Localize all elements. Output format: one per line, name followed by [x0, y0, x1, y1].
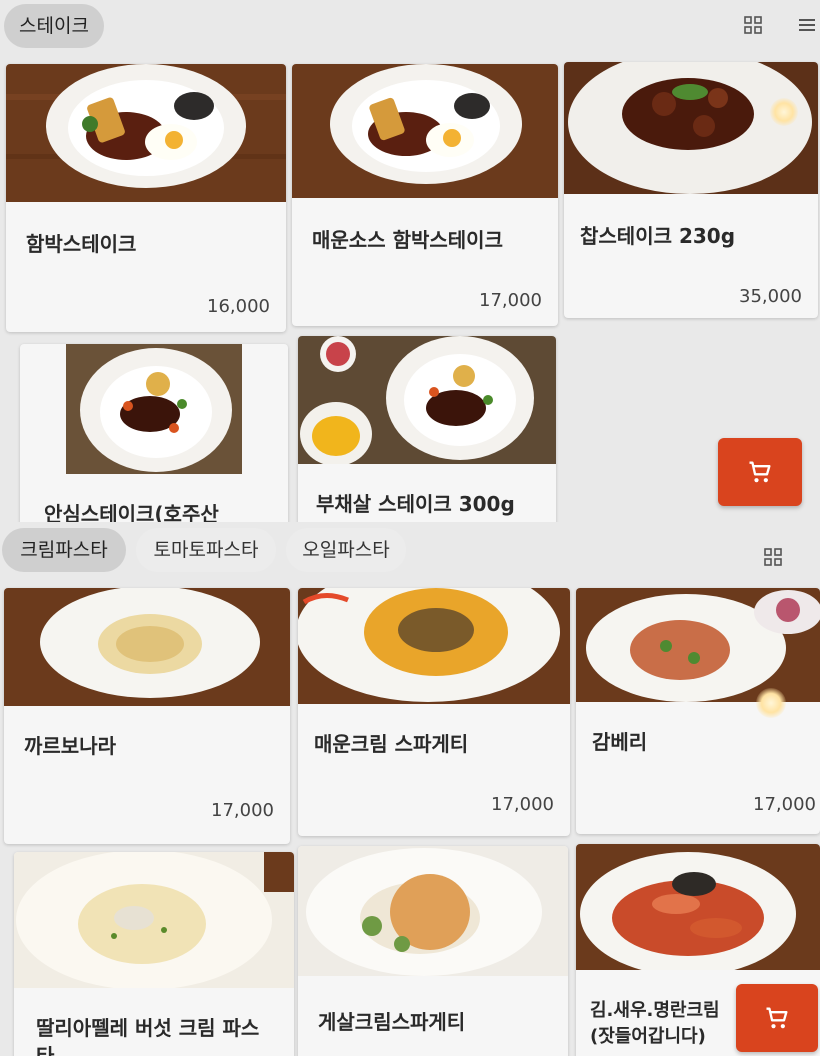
tab-tomato-pasta[interactable]: 토마토파스타: [136, 528, 276, 572]
food-photo: [6, 64, 286, 202]
tab-steak[interactable]: 스테이크: [4, 4, 104, 48]
menu-item-name: 까르보나라: [24, 734, 116, 758]
food-photo: [292, 64, 558, 198]
menu-item-name: 김.새우.명란크림 (잣들어갑니다): [590, 1000, 720, 1047]
food-photo: [298, 588, 570, 704]
food-photo: [4, 588, 290, 706]
steak-tab-bar: 스테이크: [0, 0, 820, 50]
menu-item-card[interactable]: 매운크림 스파게티 17,000: [298, 588, 570, 836]
menu-item-price: 16,000: [207, 296, 270, 317]
menu-item-card[interactable]: 게살크림스파게티: [298, 846, 568, 1056]
menu-item-name: 찹스테이크 230g: [580, 224, 736, 248]
menu-item-price: 17,000: [753, 794, 816, 815]
light-reflection: [770, 98, 798, 126]
menu-item-price: 35,000: [739, 286, 802, 307]
menu-item-card[interactable]: 딸리아뗄레 버섯 크림 파스 타: [14, 852, 294, 1056]
menu-item-name: 매운소스 함박스테이크: [312, 228, 503, 252]
food-photo: [66, 344, 242, 474]
light-reflection: [756, 688, 786, 718]
menu-lines-icon[interactable]: [794, 12, 820, 38]
menu-item-name: 딸리아뗄레 버섯 크림 파스 타: [36, 1016, 260, 1056]
food-photo: [298, 846, 568, 976]
cart-icon: [766, 1007, 788, 1029]
food-photo: [576, 844, 820, 970]
menu-item-name: 매운크림 스파게티: [314, 732, 469, 756]
grid-view-icon[interactable]: [760, 544, 786, 570]
menu-item-name: 부채살 스테이크 300g: [316, 492, 515, 516]
cart-button[interactable]: [718, 438, 802, 506]
menu-item-card[interactable]: 매운소스 함박스테이크 17,000: [292, 64, 558, 326]
menu-item-name: 함박스테이크: [26, 232, 137, 256]
tab-cream-pasta[interactable]: 크림파스타: [2, 528, 126, 572]
cart-button[interactable]: [736, 984, 818, 1052]
pasta-tab-bar: 크림파스타 토마토파스타 오일파스타: [0, 522, 820, 572]
tab-oil-pasta[interactable]: 오일파스타: [286, 528, 406, 572]
menu-item-card[interactable]: 찹스테이크 230g 35,000: [564, 62, 818, 318]
food-photo: [564, 62, 818, 194]
pasta-menu-panel: 크림파스타 토마토파스타 오일파스타 까르보나라 17,000 매운크림 스파게…: [0, 522, 820, 1056]
food-photo: [14, 852, 294, 988]
cart-icon: [749, 461, 771, 483]
menu-item-price: 17,000: [211, 800, 274, 821]
steak-menu-panel: 스테이크 함박스테이크 16,000 매운소스 함박스테이크 17,000 찹스…: [0, 0, 820, 522]
grid-view-icon[interactable]: [740, 12, 766, 38]
menu-item-name: 안심스테이크(호주산: [44, 502, 219, 522]
menu-item-card[interactable]: 함박스테이크 16,000: [6, 64, 286, 332]
food-photo: [298, 336, 556, 464]
menu-item-name: 감베리: [592, 730, 648, 754]
menu-item-price: 17,000: [491, 794, 554, 815]
menu-item-card[interactable]: 감베리 17,000: [576, 588, 820, 834]
menu-item-card[interactable]: 안심스테이크(호주산: [20, 344, 288, 522]
menu-item-price: 17,000: [479, 290, 542, 311]
menu-item-card[interactable]: 부채살 스테이크 300g: [298, 336, 556, 522]
menu-item-card[interactable]: 까르보나라 17,000: [4, 588, 290, 844]
menu-item-name: 게살크림스파게티: [318, 1010, 466, 1034]
food-photo: [576, 588, 820, 702]
